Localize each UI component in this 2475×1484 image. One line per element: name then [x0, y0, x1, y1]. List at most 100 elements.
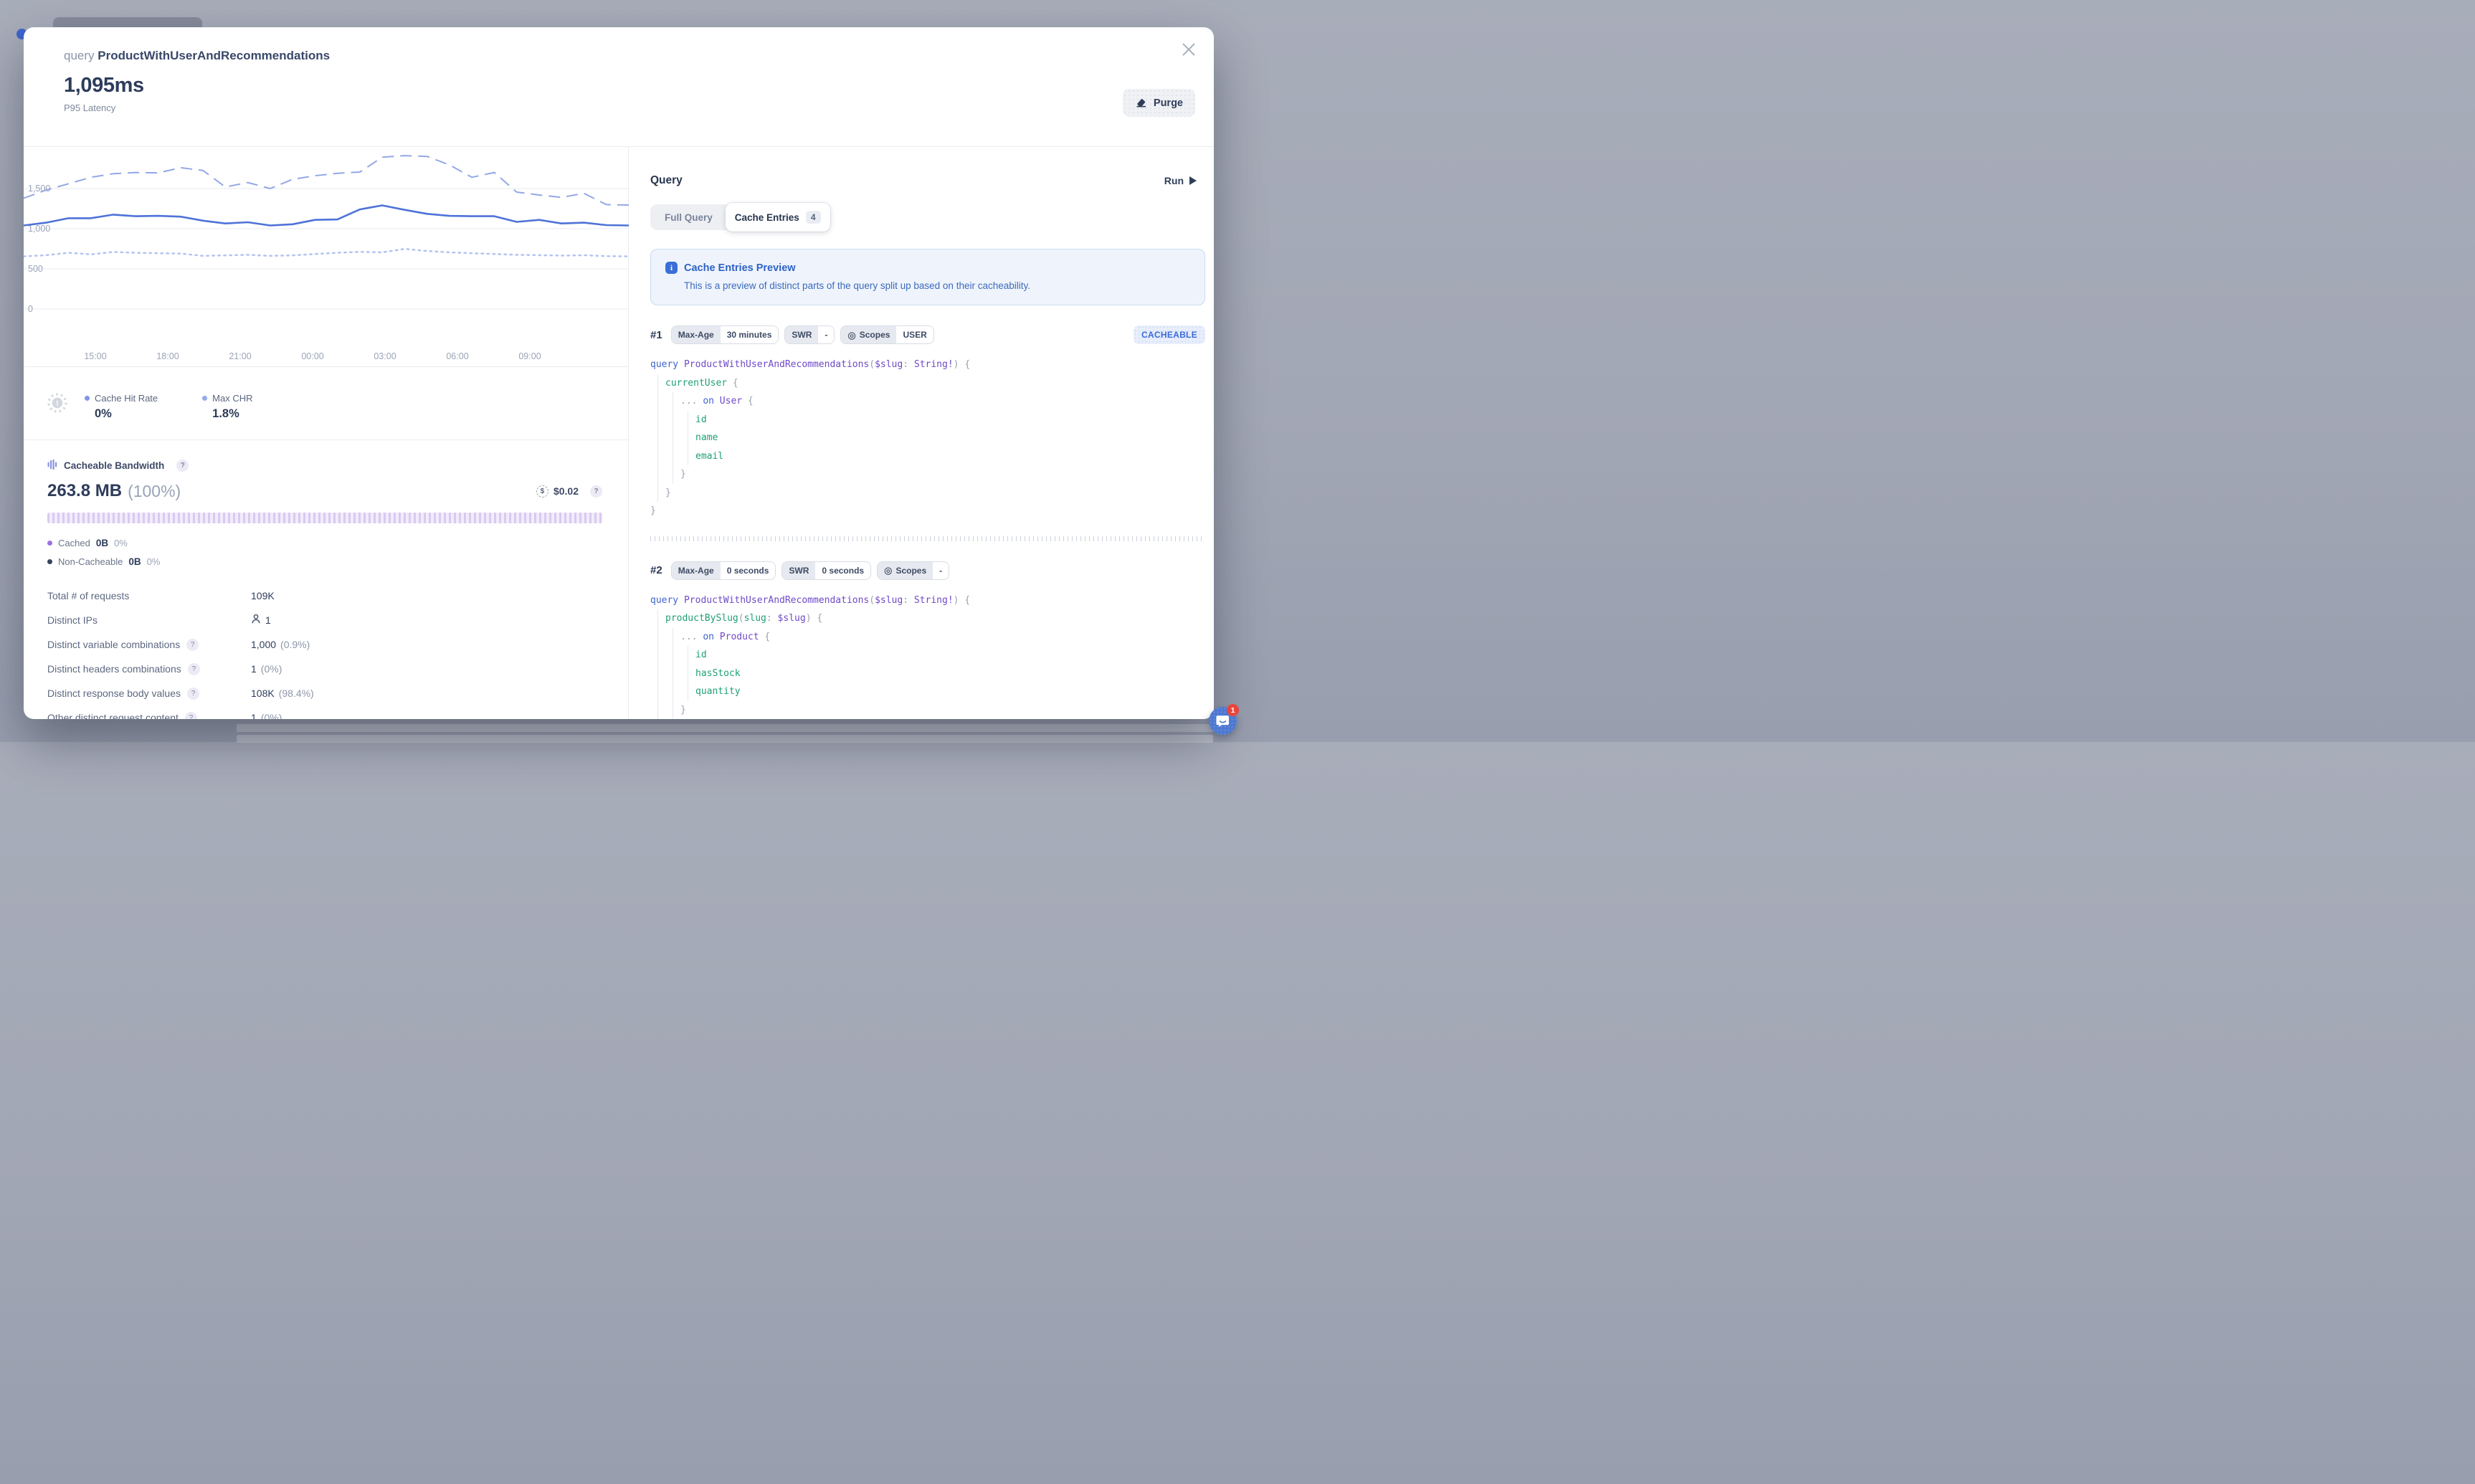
badge-label-text: Scopes — [859, 330, 890, 340]
code-token: hasStock — [695, 667, 741, 679]
help-icon[interactable]: ? — [184, 711, 197, 719]
series-middle-solid — [24, 204, 630, 227]
stat-row: Other distinct request content? 1 (0%) — [47, 705, 602, 719]
code-token: : — [903, 594, 914, 606]
query-name: ProductWithUserAndRecommendations — [98, 49, 331, 62]
stat-label: Total # of requests — [47, 590, 251, 601]
badge-max-age: Max-Age 30 minutes — [670, 325, 779, 344]
x-axis-tick: 18:00 — [156, 351, 179, 361]
stat-value-number: 1 — [265, 614, 271, 626]
cacheable-badge: CACHEABLE — [1133, 325, 1205, 344]
code-line: email — [650, 447, 1205, 465]
help-icon[interactable]: ? — [187, 687, 199, 700]
stat-value-percent: (0.9%) — [280, 639, 310, 650]
close-icon[interactable] — [1179, 40, 1198, 59]
code-token: : — [766, 613, 778, 624]
indent-guide — [657, 447, 658, 465]
help-icon[interactable]: ? — [187, 662, 200, 675]
stat-value: 1 — [251, 614, 602, 627]
purge-button[interactable]: Purge — [1122, 89, 1195, 117]
series-lower-dotted — [24, 247, 630, 257]
cache-entries-info-box: i Cache Entries Preview This is a previe… — [650, 249, 1205, 305]
indent-guide — [657, 410, 658, 429]
code-token: currentUser — [665, 377, 728, 389]
code-token: ) { — [805, 613, 823, 624]
stat-value-percent: (0%) — [260, 663, 282, 675]
badge-value: - — [939, 565, 943, 576]
code-line: } — [650, 483, 1205, 502]
query-panel: Query Run Full Query Cache Entries 4 i Cac… — [629, 147, 1214, 719]
code-token: $slug — [777, 613, 806, 624]
code-line: quantity — [650, 682, 1205, 701]
code-token: String! — [913, 359, 954, 370]
badge-label-text: Scopes — [896, 565, 927, 576]
help-icon[interactable]: ? — [176, 460, 189, 472]
breakdown-label: Cached — [58, 538, 90, 548]
legend-label: Cache Hit Rate — [95, 393, 158, 404]
intercom-chat-button[interactable]: 1 — [1209, 704, 1239, 735]
code-token: id — [695, 650, 707, 660]
breakdown-value: 0B — [95, 538, 109, 548]
breakdown-dot-icon — [47, 559, 52, 564]
indent-guide — [657, 609, 658, 628]
badge-label-text: SWR — [792, 330, 812, 340]
code-token: : — [903, 359, 914, 370]
bandwidth-cost: $ $0.02 ? — [536, 485, 602, 498]
code-token: ( — [738, 613, 744, 624]
cache-entry: #2 Max-Age 0 seconds SWR 0 seconds ◎ Scopes - qu… — [650, 561, 1205, 719]
y-axis-tick: 1,500 — [28, 184, 50, 194]
cacheable-bandwidth-header: Cacheable Bandwidth ? — [24, 440, 628, 472]
cache-entry-header: #1 Max-Age 30 minutes SWR - ◎ Scopes USER CACHEA… — [650, 325, 1205, 344]
stat-row: Distinct IPs 1 — [47, 608, 602, 632]
stat-label-text: Distinct headers combinations — [47, 663, 181, 675]
entry-badges: Max-Age 0 seconds SWR 0 seconds ◎ Scopes - — [670, 561, 950, 580]
badge-scopes: ◎ Scopes USER — [840, 325, 934, 344]
code-token: $slug — [875, 594, 903, 606]
code-token: ProductWithUserAndRecommendations — [683, 359, 870, 370]
tab-cache-entries[interactable]: Cache Entries 4 — [725, 203, 830, 232]
stat-label: Distinct response body values? — [47, 687, 251, 700]
code-token: } — [680, 704, 686, 715]
info-title: Cache Entries Preview — [684, 262, 796, 274]
indent-guide — [657, 483, 658, 502]
indent-guide — [657, 392, 658, 411]
legend-label-row: Cache Hit Rate — [85, 393, 158, 404]
code-token: productBySlug — [665, 613, 738, 624]
notification-badge: 1 — [1227, 704, 1239, 716]
stat-value: 1,000 (0.9%) — [251, 639, 602, 650]
tab-full-query[interactable]: Full Query — [655, 212, 723, 223]
bandwidth-share: (100%) — [128, 481, 181, 500]
code-token: id — [695, 414, 707, 425]
stat-value: 109K — [251, 590, 602, 601]
bandwidth-breakdown-row: Cached 0B 0% — [47, 538, 602, 548]
indent-guide — [657, 646, 658, 665]
loading-warning-icon: ! — [47, 393, 67, 417]
badge-swr: SWR - — [784, 325, 835, 344]
help-icon[interactable]: ? — [186, 638, 199, 651]
run-query-button[interactable]: Run — [1164, 175, 1197, 186]
background-page-row — [237, 735, 1213, 743]
bandwidth-total: 263.8 MB — [47, 481, 123, 500]
breakdown-dot-icon — [47, 541, 52, 546]
info-icon: i — [665, 262, 678, 274]
code-line: ... on User { — [650, 392, 1205, 411]
code-token: } — [650, 505, 656, 516]
entry-index: #1 — [650, 328, 662, 341]
badge-label: ◎ Scopes — [841, 326, 897, 343]
x-axis-tick: 03:00 — [374, 351, 396, 361]
purge-label: Purge — [1153, 97, 1183, 109]
background-page-row — [237, 724, 1213, 732]
code-token: query — [650, 359, 679, 370]
code-line: } — [650, 502, 1205, 520]
badge-scopes: ◎ Scopes - — [877, 561, 950, 580]
help-icon[interactable]: ? — [590, 485, 602, 498]
person-icon — [251, 614, 261, 627]
series-upper-dashed — [24, 155, 630, 206]
entry-badges: Max-Age 30 minutes SWR - ◎ Scopes USER — [670, 325, 934, 344]
legend-item: Max CHR 1.8% — [202, 393, 253, 421]
stat-label: Other distinct request content? — [47, 711, 251, 719]
stat-value-number: 1 — [251, 663, 257, 675]
stat-value-number: 1 — [251, 712, 257, 719]
legend-dot-icon — [85, 396, 90, 401]
